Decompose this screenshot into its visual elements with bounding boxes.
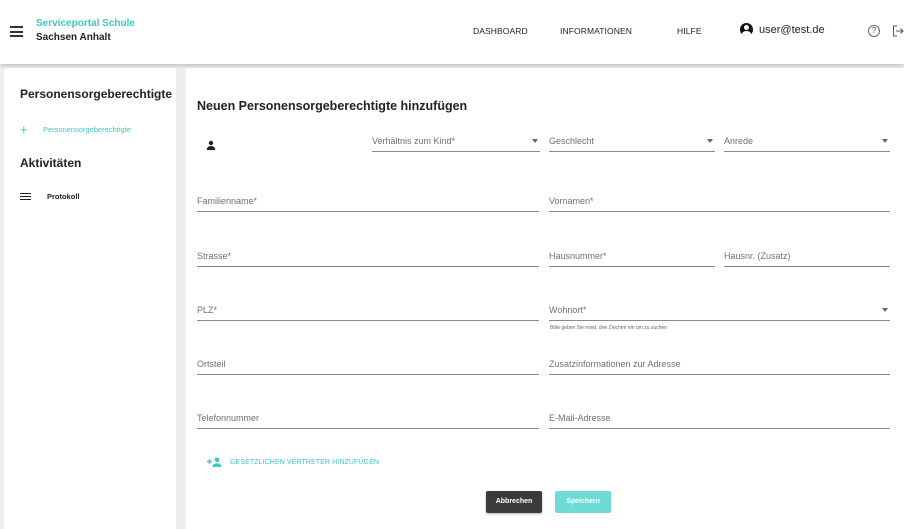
house-number-addition-placeholder: Hausnr. (Zusatz) bbox=[724, 251, 791, 261]
gender-placeholder: Geschlecht bbox=[549, 136, 595, 146]
dropdown-arrow-icon bbox=[532, 139, 538, 143]
gender-select[interactable]: Geschlecht bbox=[549, 130, 715, 152]
firstname-field[interactable]: Vornamen* bbox=[549, 190, 890, 212]
zip-placeholder: PLZ* bbox=[197, 305, 218, 315]
account-circle-icon bbox=[740, 23, 753, 36]
person-icon bbox=[206, 140, 216, 150]
user-email: user@test.de bbox=[759, 23, 825, 36]
plus-icon: + bbox=[20, 122, 28, 137]
city-hint: Bitte geben Sie mind. drei Zeichen ein u… bbox=[550, 325, 668, 331]
address-info-field[interactable]: Zusatzinformationen zur Adresse bbox=[549, 353, 890, 375]
street-field[interactable]: Strasse* bbox=[197, 245, 539, 267]
email-placeholder: E-Mail-Adresse bbox=[549, 413, 611, 423]
sidebar-section-title: Aktivitäten bbox=[20, 156, 82, 170]
sidebar-item-add-guardian[interactable]: + Personensorgeberechtigte bbox=[20, 122, 131, 137]
dropdown-arrow-icon bbox=[707, 139, 713, 143]
lastname-placeholder: Familienname* bbox=[197, 196, 258, 206]
district-field[interactable]: Ortsteil bbox=[197, 353, 539, 375]
city-select[interactable]: Wohnort* bbox=[549, 299, 890, 321]
sidebar-item-label: Personensorgeberechtigte bbox=[43, 125, 131, 134]
form-card: Neuen Personensorgeberechtigte hinzufüge… bbox=[186, 68, 904, 529]
street-placeholder: Strasse* bbox=[197, 251, 232, 261]
brand-subtitle: Sachsen Anhalt bbox=[36, 32, 111, 43]
address-info-placeholder: Zusatzinformationen zur Adresse bbox=[549, 359, 681, 369]
phone-placeholder: Telefonnummer bbox=[197, 413, 260, 423]
phone-field[interactable]: Telefonnummer bbox=[197, 407, 539, 429]
zip-field[interactable]: PLZ* bbox=[197, 299, 539, 321]
relation-select[interactable]: Verhältnis zum Kind* bbox=[372, 130, 540, 152]
cancel-button[interactable]: Abbrechen bbox=[486, 491, 542, 513]
add-representative-button[interactable]: GESETZLICHEN VERTRETER HINZUFÜGEN bbox=[207, 457, 379, 467]
sidebar-item-label: Protokoll bbox=[47, 192, 80, 201]
sidebar: Personensorgeberechtigte + Personensorge… bbox=[4, 68, 176, 529]
brand-title: Serviceportal Schule bbox=[36, 18, 135, 29]
house-number-field[interactable]: Hausnummer* bbox=[549, 245, 715, 267]
brand[interactable]: Serviceportal Schule Sachsen Anhalt bbox=[36, 17, 135, 45]
app-header: Serviceportal Schule Sachsen Anhalt DASH… bbox=[0, 0, 904, 64]
salutation-select[interactable]: Anrede bbox=[724, 130, 890, 152]
nav-informationen[interactable]: INFORMATIONEN bbox=[560, 26, 632, 36]
list-icon bbox=[20, 192, 31, 201]
email-field[interactable]: E-Mail-Adresse bbox=[549, 407, 890, 429]
salutation-placeholder: Anrede bbox=[724, 136, 754, 146]
add-representative-label: GESETZLICHEN VERTRETER HINZUFÜGEN bbox=[230, 458, 380, 466]
logout-icon[interactable] bbox=[892, 25, 904, 37]
save-button[interactable]: Speichern bbox=[555, 491, 611, 513]
user-menu[interactable]: user@test.de bbox=[740, 23, 825, 36]
menu-icon[interactable] bbox=[10, 26, 23, 37]
district-placeholder: Ortsteil bbox=[197, 359, 226, 369]
dropdown-arrow-icon bbox=[882, 308, 888, 312]
sidebar-item-protokoll[interactable]: Protokoll bbox=[20, 192, 80, 201]
nav-hilfe[interactable]: HILFE bbox=[677, 26, 702, 36]
firstname-placeholder: Vornamen* bbox=[549, 196, 594, 206]
house-number-placeholder: Hausnummer* bbox=[549, 251, 607, 261]
help-icon[interactable]: ? bbox=[868, 25, 880, 37]
nav-dashboard[interactable]: DASHBOARD bbox=[473, 26, 528, 36]
dropdown-arrow-icon bbox=[882, 139, 888, 143]
lastname-field[interactable]: Familienname* bbox=[197, 190, 539, 212]
sidebar-section-title: Personensorgeberechtigte bbox=[20, 87, 173, 101]
relation-placeholder: Verhältnis zum Kind* bbox=[372, 136, 456, 146]
city-placeholder: Wohnort* bbox=[549, 305, 587, 315]
person-add-icon bbox=[207, 457, 222, 467]
page-title: Neuen Personensorgeberechtigte hinzufüge… bbox=[197, 99, 468, 113]
house-number-addition-field[interactable]: Hausnr. (Zusatz) bbox=[724, 245, 890, 267]
